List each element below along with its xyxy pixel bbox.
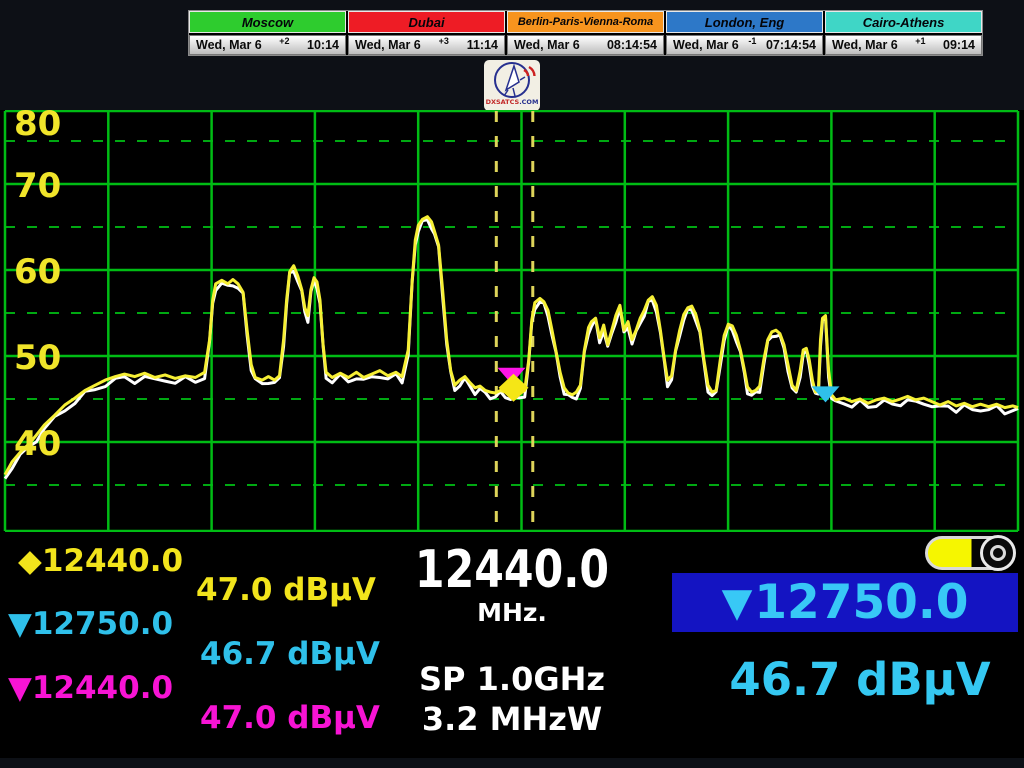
marker-1-frequency: ◆12440.0 <box>18 543 183 579</box>
clock-time-value: 10:14 <box>307 38 339 52</box>
marker-2-level: 46.7 dBµV <box>200 636 380 672</box>
clock-utc-offset: +1 <box>898 36 943 46</box>
clock-utc-offset: +2 <box>262 36 307 46</box>
clock-utc-offset: -1 <box>739 36 766 46</box>
y-axis-label: 50 <box>14 338 61 378</box>
active-marker-level: 46.7 dBµV <box>700 653 1020 706</box>
clock-city-time: Wed, Mar 6-107:14:54 <box>666 35 823 55</box>
clock-date: Wed, Mar 6 <box>673 38 739 52</box>
clock-date: Wed, Mar 6 <box>196 38 262 52</box>
span-setting: SP 1.0GHz <box>392 660 632 698</box>
marker-3-frequency: ▼12440.0 <box>8 670 173 706</box>
live-trace-yellow <box>5 217 1018 475</box>
clock-city-time: Wed, Mar 6+109:14 <box>825 35 982 55</box>
dxsatcs-logo: DXSATCS.COM <box>484 60 540 111</box>
clock-date: Wed, Mar 6 <box>832 38 898 52</box>
y-axis-label: 60 <box>14 252 61 292</box>
toggle-knob-icon <box>980 535 1016 571</box>
marker-3-level: 47.0 dBµV <box>200 700 380 736</box>
clock-city-berlin-paris-vienna-roma: Berlin-Paris-Vienna-Roma Wed, Mar 6 08:14:… <box>507 11 666 55</box>
spectrum-plot: 80 70 60 50 40 <box>0 110 1024 532</box>
center-frequency-value: 12440.0 <box>414 540 611 600</box>
marker-2-frequency: ▼12750.0 <box>8 606 173 642</box>
active-marker-frequency[interactable]: ▼12750.0 <box>672 573 1018 632</box>
clock-city-name: London, Eng <box>666 11 823 33</box>
triangle-down-icon: ▼ <box>722 580 753 626</box>
clock-city-moscow: MoscowWed, Mar 6+210:14 <box>189 11 348 55</box>
y-axis-label: 80 <box>14 110 61 144</box>
clock-city-london-eng: London, EngWed, Mar 6-107:14:54 <box>666 11 825 55</box>
clock-time-value: 11:14 <box>467 38 498 52</box>
clock-time-value: 08:14:54 <box>607 38 657 52</box>
marker-toggle-switch[interactable] <box>925 536 1015 570</box>
center-frequency-unit: MHz. <box>392 598 632 627</box>
grid <box>5 111 1018 531</box>
reference-trace-white <box>5 220 1018 479</box>
clock-utc-offset: +3 <box>421 36 467 46</box>
clock-city-time: Wed, Mar 6+210:14 <box>189 35 346 55</box>
world-clock-bar: MoscowWed, Mar 6+210:14DubaiWed, Mar 6+3… <box>188 10 983 56</box>
clock-city-name: Moscow <box>189 11 346 33</box>
readout-panel: ◆12440.047.0 dBµV▼12750.046.7 dBµV▼12440… <box>0 532 1024 758</box>
clock-time-value: 09:14 <box>943 38 975 52</box>
clock-city-time: Wed, Mar 6+311:14 <box>348 35 505 55</box>
satellite-dish-icon <box>486 60 538 100</box>
clock-city-name: Dubai <box>348 11 505 33</box>
y-axis-label: 70 <box>14 166 61 206</box>
marker-1-level: 47.0 dBµV <box>196 572 376 608</box>
bandwidth-setting: 3.2 MHzW <box>392 700 632 738</box>
clock-city-name: Berlin-Paris-Vienna-Roma <box>507 11 664 33</box>
active-marker-freq-value: 12750.0 <box>754 575 968 630</box>
clock-city-dubai: DubaiWed, Mar 6+311:14 <box>348 11 507 55</box>
clock-date: Wed, Mar 6 <box>355 38 421 52</box>
logo-text: DXSATCS.COM <box>486 99 539 106</box>
y-axis-label: 40 <box>14 424 61 464</box>
clock-city-name: Cairo-Athens <box>825 11 982 33</box>
clock-city-time: Wed, Mar 6 08:14:54 <box>507 35 664 55</box>
clock-date: Wed, Mar 6 <box>514 38 580 52</box>
clock-city-cairo-athens: Cairo-AthensWed, Mar 6+109:14 <box>825 11 982 55</box>
clock-time-value: 07:14:54 <box>766 38 816 52</box>
spectrum-display: 80 70 60 50 40 <box>0 110 1024 532</box>
